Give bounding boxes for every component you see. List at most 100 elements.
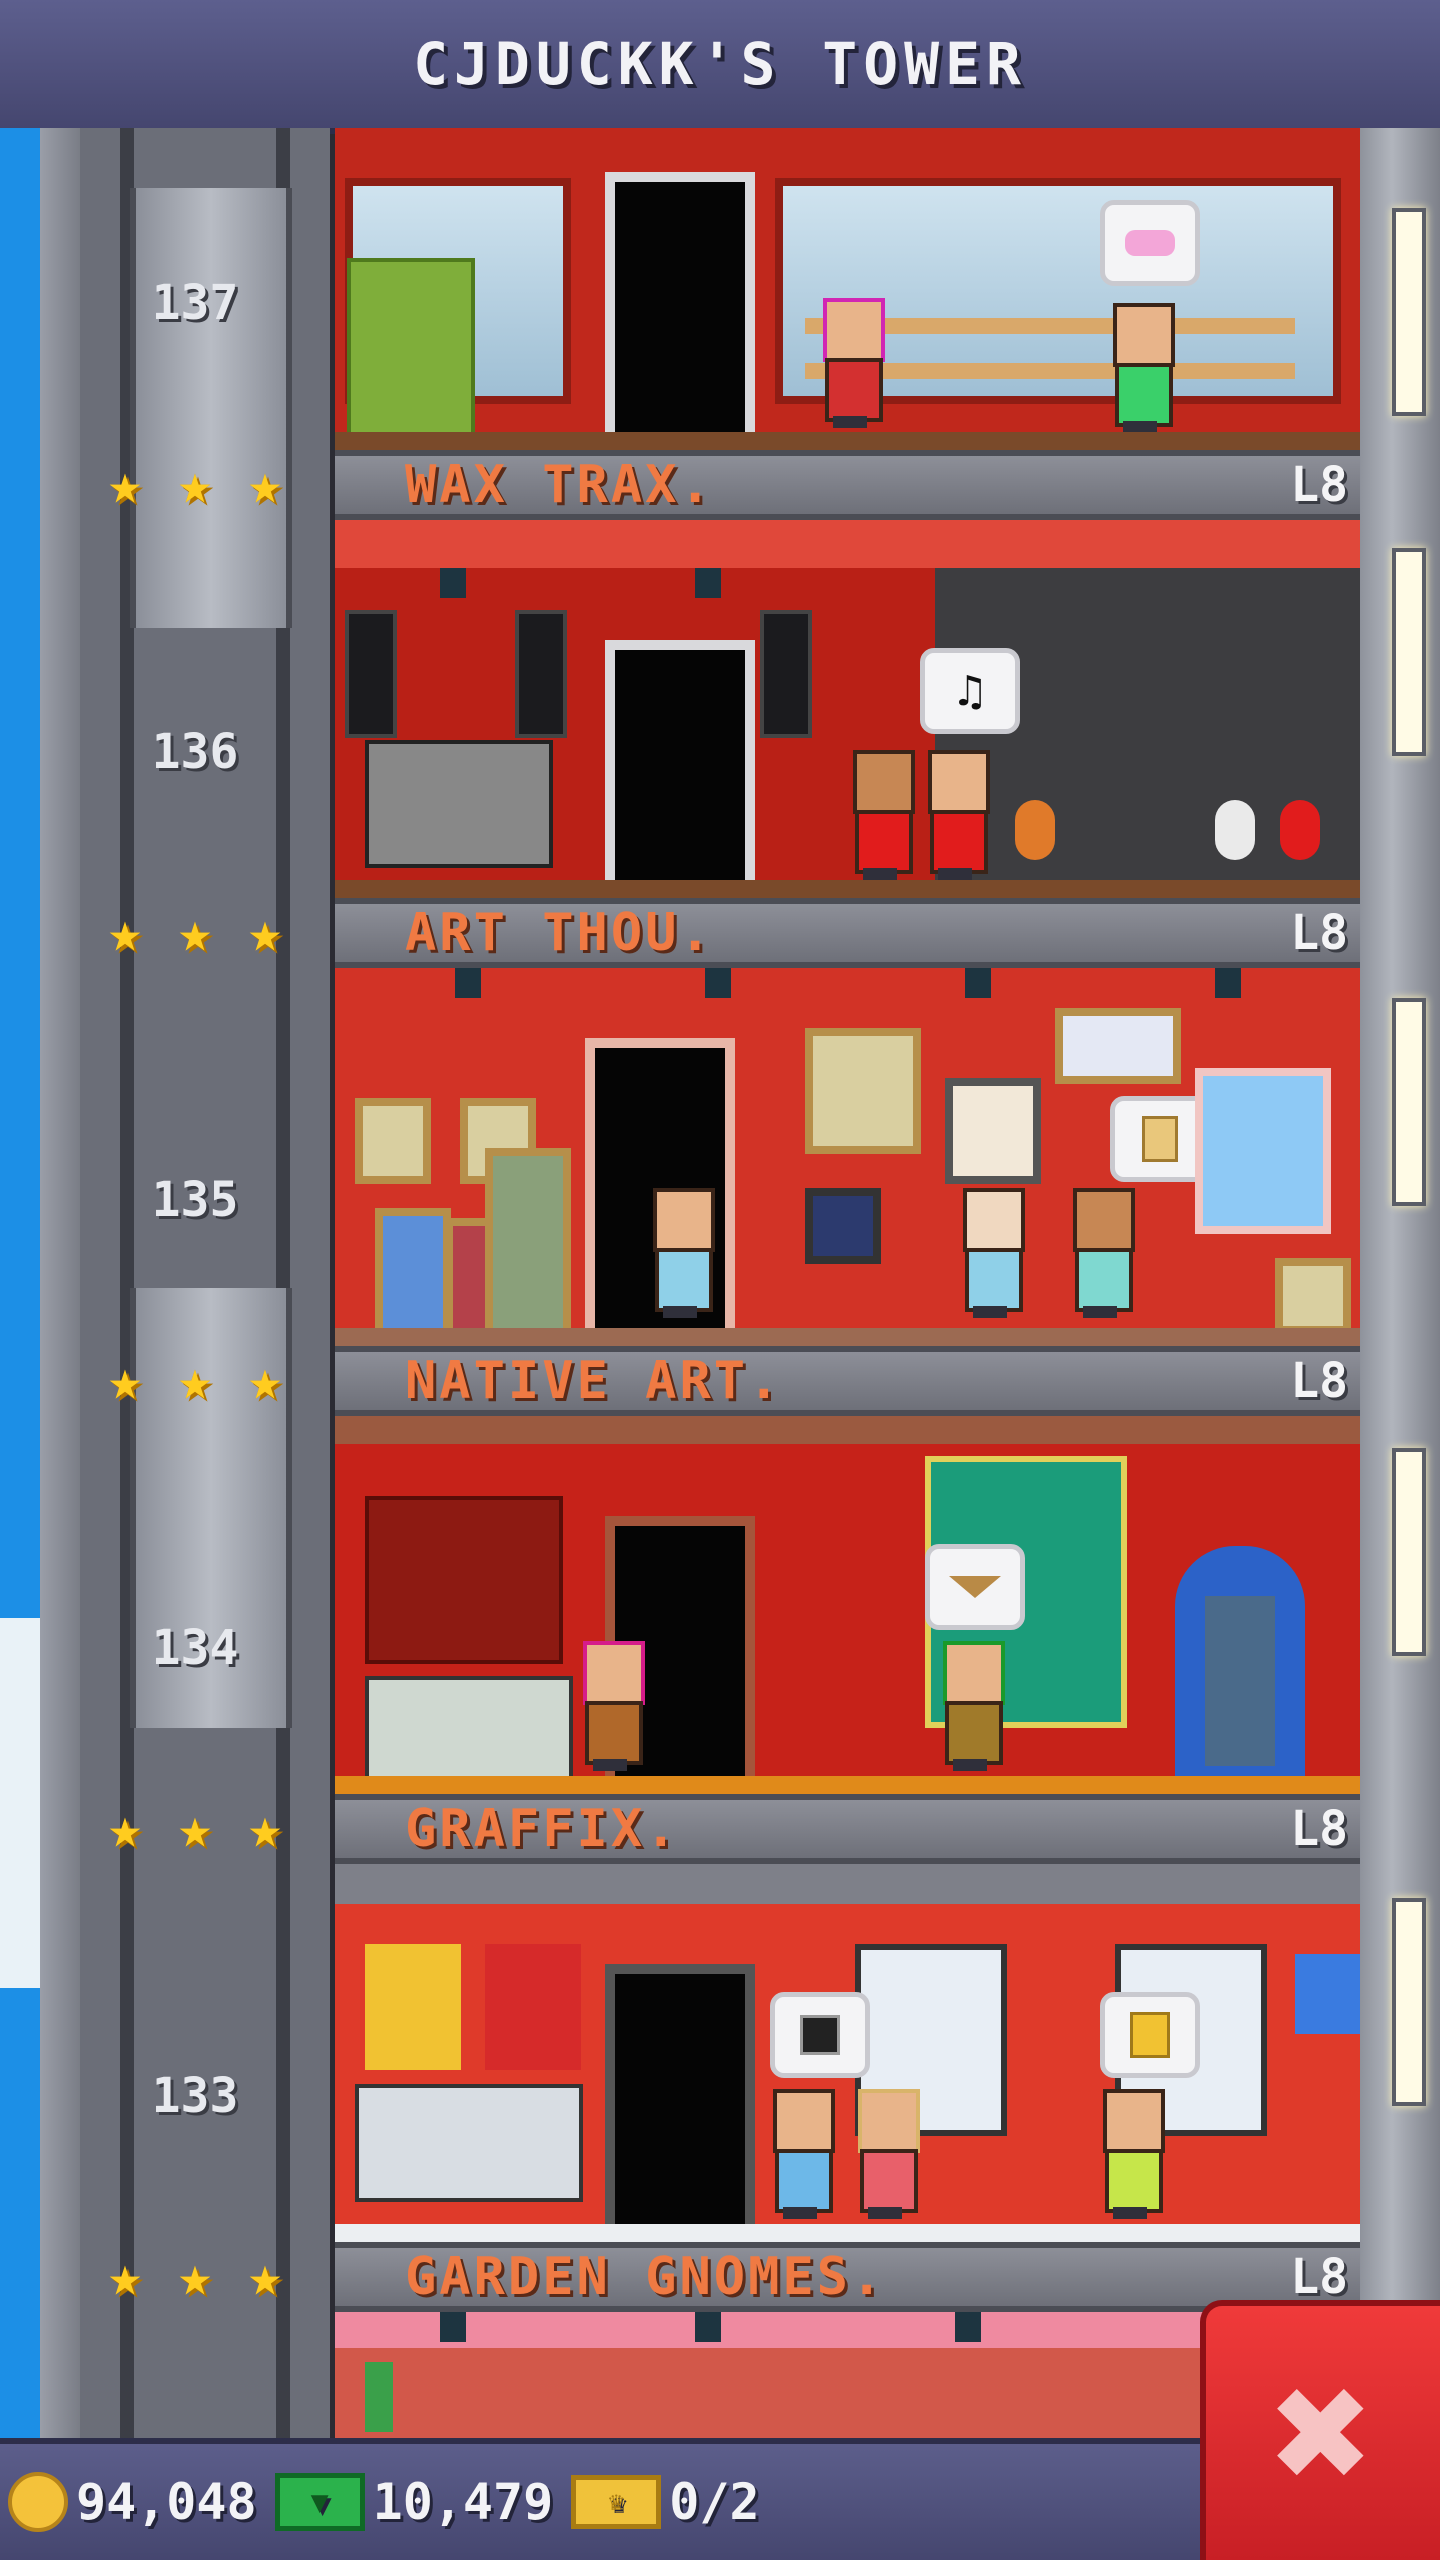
design-desk bbox=[355, 2084, 583, 2202]
bitizen[interactable] bbox=[815, 298, 885, 428]
floor-level: L8 bbox=[1290, 905, 1348, 961]
floor-room-136[interactable]: ♫ bbox=[335, 520, 1360, 898]
bitizen[interactable] bbox=[845, 750, 915, 880]
bitizen[interactable] bbox=[575, 1641, 645, 1771]
dresser bbox=[365, 1676, 573, 1784]
floor-number: 137 bbox=[151, 275, 239, 331]
coin-icon bbox=[8, 2472, 68, 2532]
painting bbox=[355, 1098, 431, 1184]
floor-room-137[interactable] bbox=[335, 128, 1360, 450]
star-icon: ★ bbox=[248, 452, 282, 517]
ceiling-lamp bbox=[695, 2312, 721, 2342]
close-icon: ✖ bbox=[1271, 2334, 1375, 2532]
resource-bar: 94,048 ▼ 10,479 ♛ 0/2 bbox=[0, 2438, 1200, 2560]
floor-level: L8 bbox=[1290, 1801, 1348, 1857]
ceiling-lamp bbox=[705, 968, 731, 998]
floor-label-bar[interactable]: GARDEN GNOMES. L8 bbox=[335, 2242, 1360, 2312]
room-door bbox=[605, 172, 755, 432]
shelf bbox=[365, 1496, 563, 1664]
thought-bubble[interactable] bbox=[770, 1992, 870, 2078]
room-ceiling bbox=[335, 1864, 1360, 1904]
guitar bbox=[1280, 800, 1320, 860]
floor-number: 133 bbox=[151, 2068, 239, 2124]
floor-room-134[interactable] bbox=[335, 1416, 1360, 1794]
thought-bubble[interactable]: ♫ bbox=[920, 648, 1020, 734]
bitizen[interactable] bbox=[1105, 303, 1175, 433]
lockers bbox=[347, 258, 475, 436]
room-door bbox=[605, 640, 755, 880]
floor-level: L8 bbox=[1290, 457, 1348, 513]
floor-label-bar[interactable]: ART THOU. L8 bbox=[335, 898, 1360, 968]
poster-icon bbox=[1130, 2012, 1170, 2058]
wall-light bbox=[1392, 1448, 1426, 1656]
painting bbox=[945, 1078, 1041, 1184]
floor-name: ART THOU. bbox=[405, 903, 714, 963]
star-icon: ★ bbox=[178, 1796, 212, 1861]
floor-label-bar[interactable]: WAX TRAX. L8 bbox=[335, 450, 1360, 520]
vip-counter[interactable]: ♛ 0/2 bbox=[571, 2473, 760, 2531]
painting bbox=[1055, 1008, 1181, 1084]
right-wall bbox=[1360, 128, 1440, 2438]
thought-bubble[interactable] bbox=[1100, 1992, 1200, 2078]
guitar bbox=[1015, 800, 1055, 860]
room-floor bbox=[335, 432, 1360, 450]
ceiling-lamp bbox=[440, 2312, 466, 2342]
painting-icon bbox=[1142, 1116, 1178, 1162]
ceiling-lamp bbox=[955, 2312, 981, 2342]
close-button[interactable]: ✖ bbox=[1200, 2300, 1440, 2560]
bux-value: 10,479 bbox=[372, 2473, 554, 2531]
bitizen[interactable] bbox=[1095, 2089, 1165, 2219]
coins-counter[interactable]: 94,048 bbox=[8, 2472, 257, 2532]
painting bbox=[375, 1208, 451, 1346]
bitizen[interactable] bbox=[955, 1188, 1025, 1318]
room-window bbox=[1195, 1068, 1331, 1234]
star-icon: ★ bbox=[178, 900, 212, 965]
outer-wall bbox=[40, 128, 80, 2438]
bitizen[interactable] bbox=[765, 2089, 835, 2219]
star-icon: ★ bbox=[178, 452, 212, 517]
bitizen[interactable] bbox=[935, 1641, 1005, 1771]
room-floor bbox=[335, 1328, 1360, 1346]
floor-name: WAX TRAX. bbox=[405, 455, 714, 515]
floor-level: L8 bbox=[1290, 1353, 1348, 1409]
music-note-icon: ♫ bbox=[956, 665, 984, 717]
bowl-icon bbox=[949, 1576, 1001, 1598]
bux-icon: ▼ bbox=[274, 2473, 365, 2531]
tower-title: CJDUCKK'S TOWER bbox=[413, 30, 1027, 98]
elevator-car[interactable] bbox=[130, 188, 292, 628]
floor-number: 136 bbox=[151, 724, 239, 780]
floor-room-135[interactable] bbox=[335, 968, 1360, 1346]
star-icon: ★ bbox=[248, 1348, 282, 1413]
star-icon: ★ bbox=[108, 900, 142, 965]
floor-number: 134 bbox=[151, 1620, 239, 1676]
bitizen[interactable] bbox=[645, 1188, 715, 1318]
room-floor bbox=[335, 1776, 1360, 1794]
bitizen[interactable] bbox=[850, 2089, 920, 2219]
bitizen[interactable] bbox=[1065, 1188, 1135, 1318]
wall-light bbox=[1392, 998, 1426, 1206]
candy-icon bbox=[1125, 230, 1175, 256]
star-icon: ★ bbox=[248, 1796, 282, 1861]
ceiling-lamp bbox=[455, 968, 481, 998]
poster bbox=[485, 1944, 581, 2070]
room-door bbox=[605, 1964, 755, 2224]
star-icon: ★ bbox=[108, 2244, 142, 2309]
painting bbox=[805, 1028, 921, 1154]
floor-label-bar[interactable]: GRAFFIX. L8 bbox=[335, 1794, 1360, 1864]
speaker bbox=[515, 610, 567, 738]
bux-counter[interactable]: ▼ 10,479 bbox=[274, 2473, 554, 2531]
floor-label-bar[interactable]: NATIVE ART. L8 bbox=[335, 1346, 1360, 1416]
painting bbox=[485, 1148, 571, 1344]
floor-room-133[interactable] bbox=[335, 1864, 1360, 2242]
vip-value: 0/2 bbox=[669, 2473, 760, 2531]
sky-background bbox=[0, 128, 40, 2438]
floor-stars: ★ ★ ★ bbox=[92, 900, 298, 970]
bitizen[interactable] bbox=[920, 750, 990, 880]
cactus bbox=[365, 2362, 393, 2432]
thought-bubble[interactable] bbox=[925, 1544, 1025, 1630]
ceiling-lamp bbox=[440, 568, 466, 598]
thought-bubble[interactable] bbox=[1100, 200, 1200, 286]
ceiling-lamp bbox=[965, 968, 991, 998]
floor-stars: ★ ★ ★ bbox=[92, 1796, 298, 1866]
floor-name: NATIVE ART. bbox=[405, 1351, 783, 1411]
